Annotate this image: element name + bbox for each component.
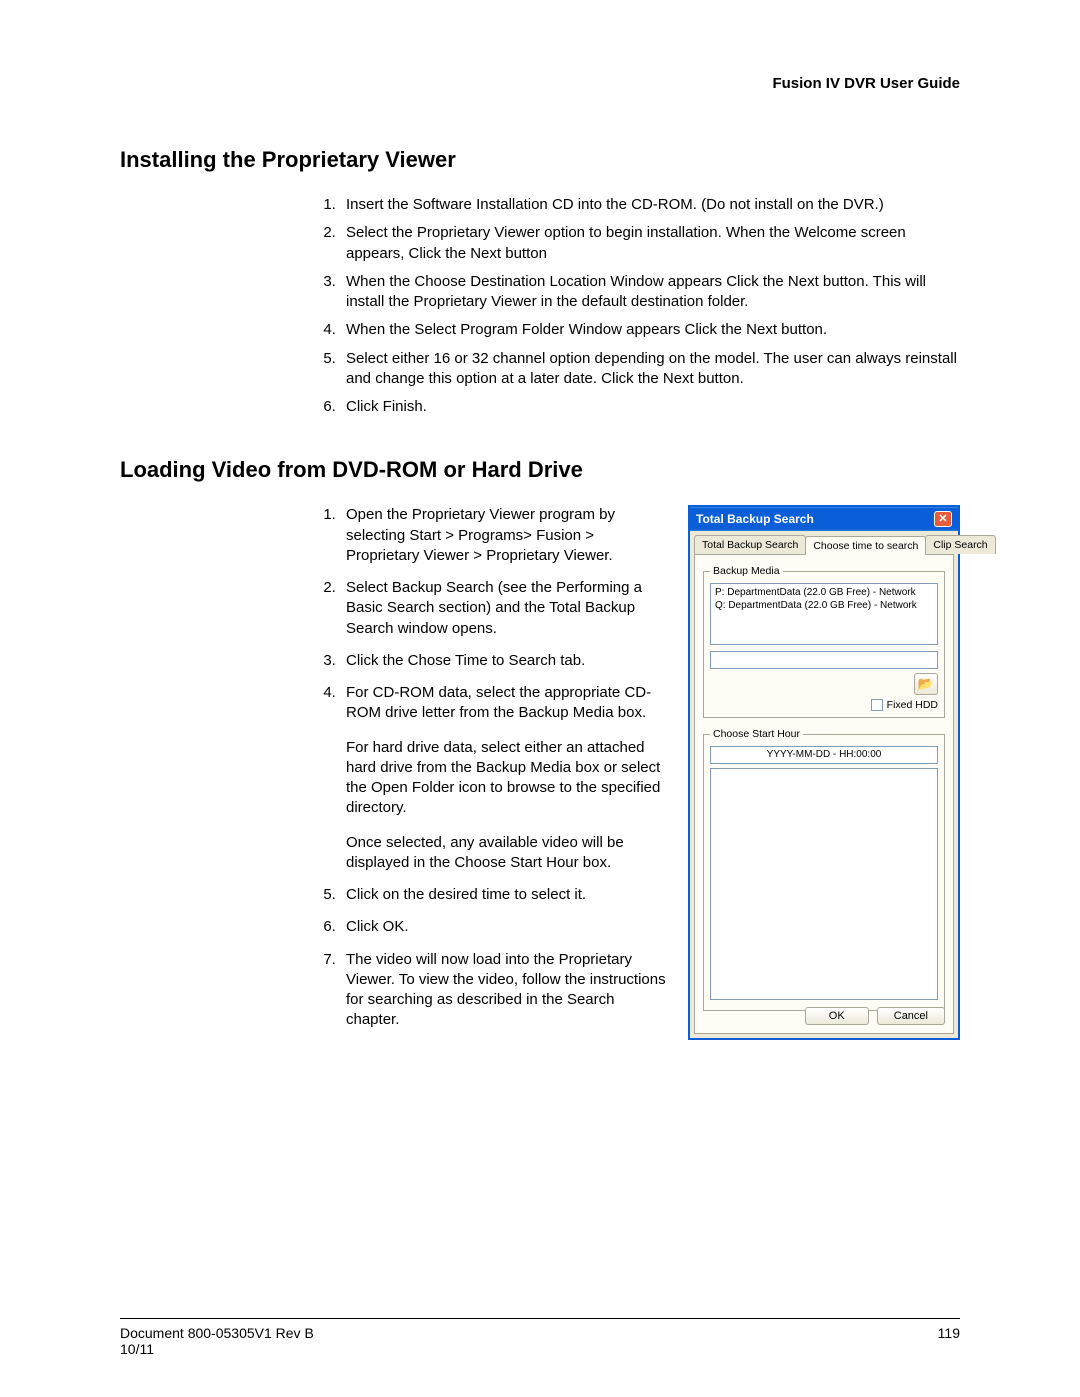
start-hour-field[interactable]: YYYY-MM-DD - HH:00:00 <box>710 746 938 764</box>
start-hour-listbox[interactable] <box>710 768 938 1000</box>
choose-start-hour-group: Choose Start Hour YYYY-MM-DD - HH:00:00 <box>703 728 945 1011</box>
install-step-3: When the Choose Destination Location Win… <box>340 272 960 313</box>
install-step-6: Click Finish. <box>340 397 960 417</box>
media-item-p[interactable]: P: DepartmentData (22.0 GB Free) - Netwo… <box>715 586 933 599</box>
cancel-button[interactable]: Cancel <box>877 1007 945 1025</box>
page-footer: Document 800-05305V1 Rev B 10/11 119 <box>120 1318 960 1357</box>
heading-installing: Installing the Proprietary Viewer <box>120 147 960 173</box>
tabs-row: Total Backup Search Choose time to searc… <box>690 531 958 554</box>
heading-loading: Loading Video from DVD-ROM or Hard Drive <box>120 457 960 483</box>
install-step-4: When the Select Program Folder Window ap… <box>340 320 960 340</box>
install-step-1: Insert the Software Installation CD into… <box>340 195 960 215</box>
load-step-4: For CD-ROM data, select the appropriate … <box>340 683 670 873</box>
fixed-hdd-checkbox[interactable] <box>871 699 883 711</box>
load-step-1: Open the Proprietary Viewer program by s… <box>340 505 670 566</box>
tab-total-backup-search[interactable]: Total Backup Search <box>694 535 806 554</box>
dialog-titlebar[interactable]: Total Backup Search ✕ <box>690 507 958 531</box>
loading-steps: Open the Proprietary Viewer program by s… <box>300 505 670 1030</box>
tab-panel: Backup Media P: DepartmentData (22.0 GB … <box>694 554 954 1034</box>
install-step-5: Select either 16 or 32 channel option de… <box>340 349 960 390</box>
load-step-2: Select Backup Search (see the Performing… <box>340 578 670 639</box>
page-number: 119 <box>938 1325 960 1357</box>
load-step-4b: For hard drive data, select either an at… <box>346 738 670 819</box>
total-backup-search-dialog: Total Backup Search ✕ Total Backup Searc… <box>688 505 960 1040</box>
choose-start-hour-label: Choose Start Hour <box>710 728 803 740</box>
load-step-6: Click OK. <box>340 917 670 937</box>
load-step-5: Click on the desired time to select it. <box>340 885 670 905</box>
backup-media-listbox[interactable]: P: DepartmentData (22.0 GB Free) - Netwo… <box>710 583 938 645</box>
fixed-hdd-label: Fixed HDD <box>887 699 938 711</box>
doc-ref: Document 800-05305V1 Rev B <box>120 1325 314 1341</box>
load-step-4c: Once selected, any available video will … <box>346 833 670 874</box>
load-step-4a: For CD-ROM data, select the appropriate … <box>346 684 651 721</box>
load-step-3: Click the Chose Time to Search tab. <box>340 651 670 671</box>
backup-media-label: Backup Media <box>710 565 783 577</box>
selected-media-field[interactable] <box>710 651 938 669</box>
dialog-title: Total Backup Search <box>696 512 814 526</box>
tab-choose-time[interactable]: Choose time to search <box>805 536 926 555</box>
load-step-7: The video will now load into the Proprie… <box>340 950 670 1031</box>
backup-media-group: Backup Media P: DepartmentData (22.0 GB … <box>703 565 945 718</box>
doc-date: 10/11 <box>120 1341 314 1357</box>
ok-button[interactable]: OK <box>805 1007 869 1025</box>
guide-title-header: Fusion IV DVR User Guide <box>120 75 960 92</box>
tab-clip-search[interactable]: Clip Search <box>925 535 995 554</box>
close-icon[interactable]: ✕ <box>934 511 952 527</box>
install-step-2: Select the Proprietary Viewer option to … <box>340 223 960 264</box>
installing-steps: Insert the Software Installation CD into… <box>120 195 960 417</box>
open-folder-icon[interactable]: 📂 <box>914 673 938 695</box>
media-item-q[interactable]: Q: DepartmentData (22.0 GB Free) - Netwo… <box>715 599 933 612</box>
